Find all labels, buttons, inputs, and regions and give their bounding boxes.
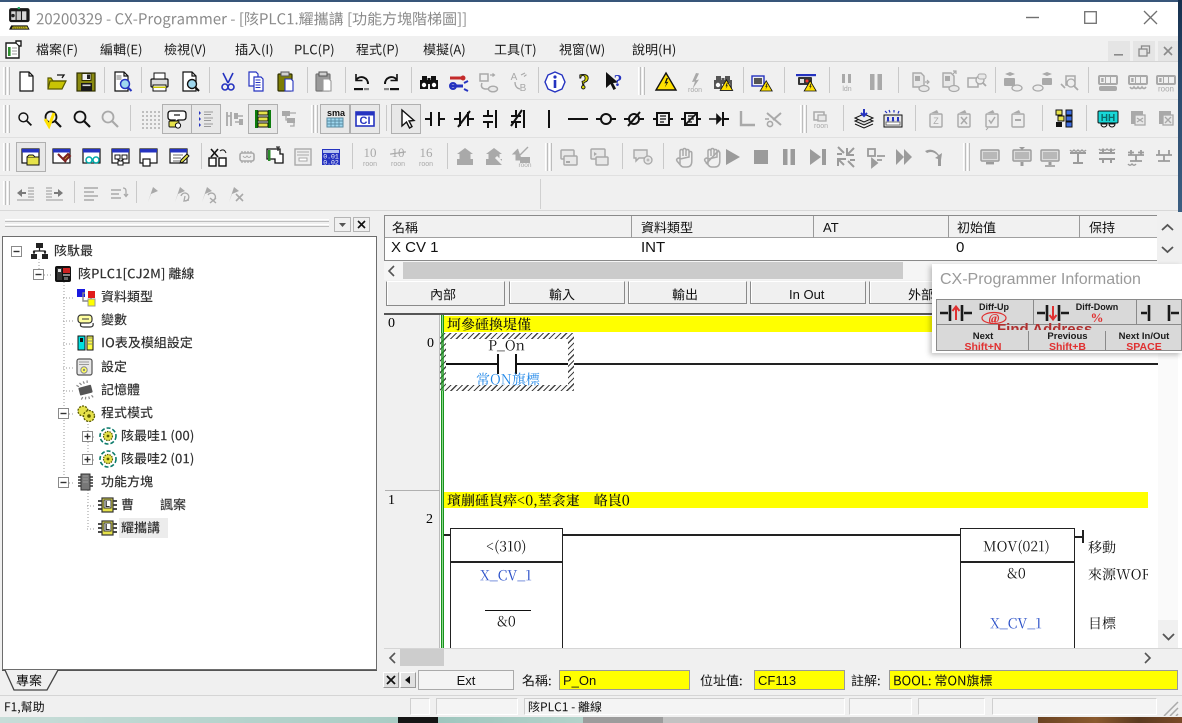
svg-text:ldn: ldn	[842, 86, 851, 93]
svg-text:?: ?	[614, 71, 623, 90]
svg-text:?: ?	[579, 70, 590, 94]
svg-text:16: 16	[420, 145, 434, 160]
svg-text:L: L	[105, 500, 110, 509]
svg-text:CI: CI	[360, 115, 371, 127]
svg-text:roon: roon	[688, 87, 702, 94]
svg-text:roon: roon	[363, 161, 377, 168]
svg-text:Z: Z	[933, 116, 939, 126]
svg-text:A: A	[511, 72, 518, 83]
svg-text:0.02: 0.02	[323, 160, 339, 167]
svg-text:B: B	[520, 83, 527, 94]
svg-text:HH: HH	[1101, 113, 1115, 124]
svg-text:L: L	[105, 523, 110, 532]
svg-text:sma: sma	[327, 108, 346, 118]
svg-text:10: 10	[364, 145, 377, 160]
svg-text:roon: roon	[814, 123, 828, 130]
svg-text:roon: roon	[1158, 85, 1174, 94]
svg-text:roon: roon	[518, 162, 531, 169]
svg-text:roon: roon	[419, 161, 433, 168]
svg-text:roon: roon	[391, 161, 405, 168]
